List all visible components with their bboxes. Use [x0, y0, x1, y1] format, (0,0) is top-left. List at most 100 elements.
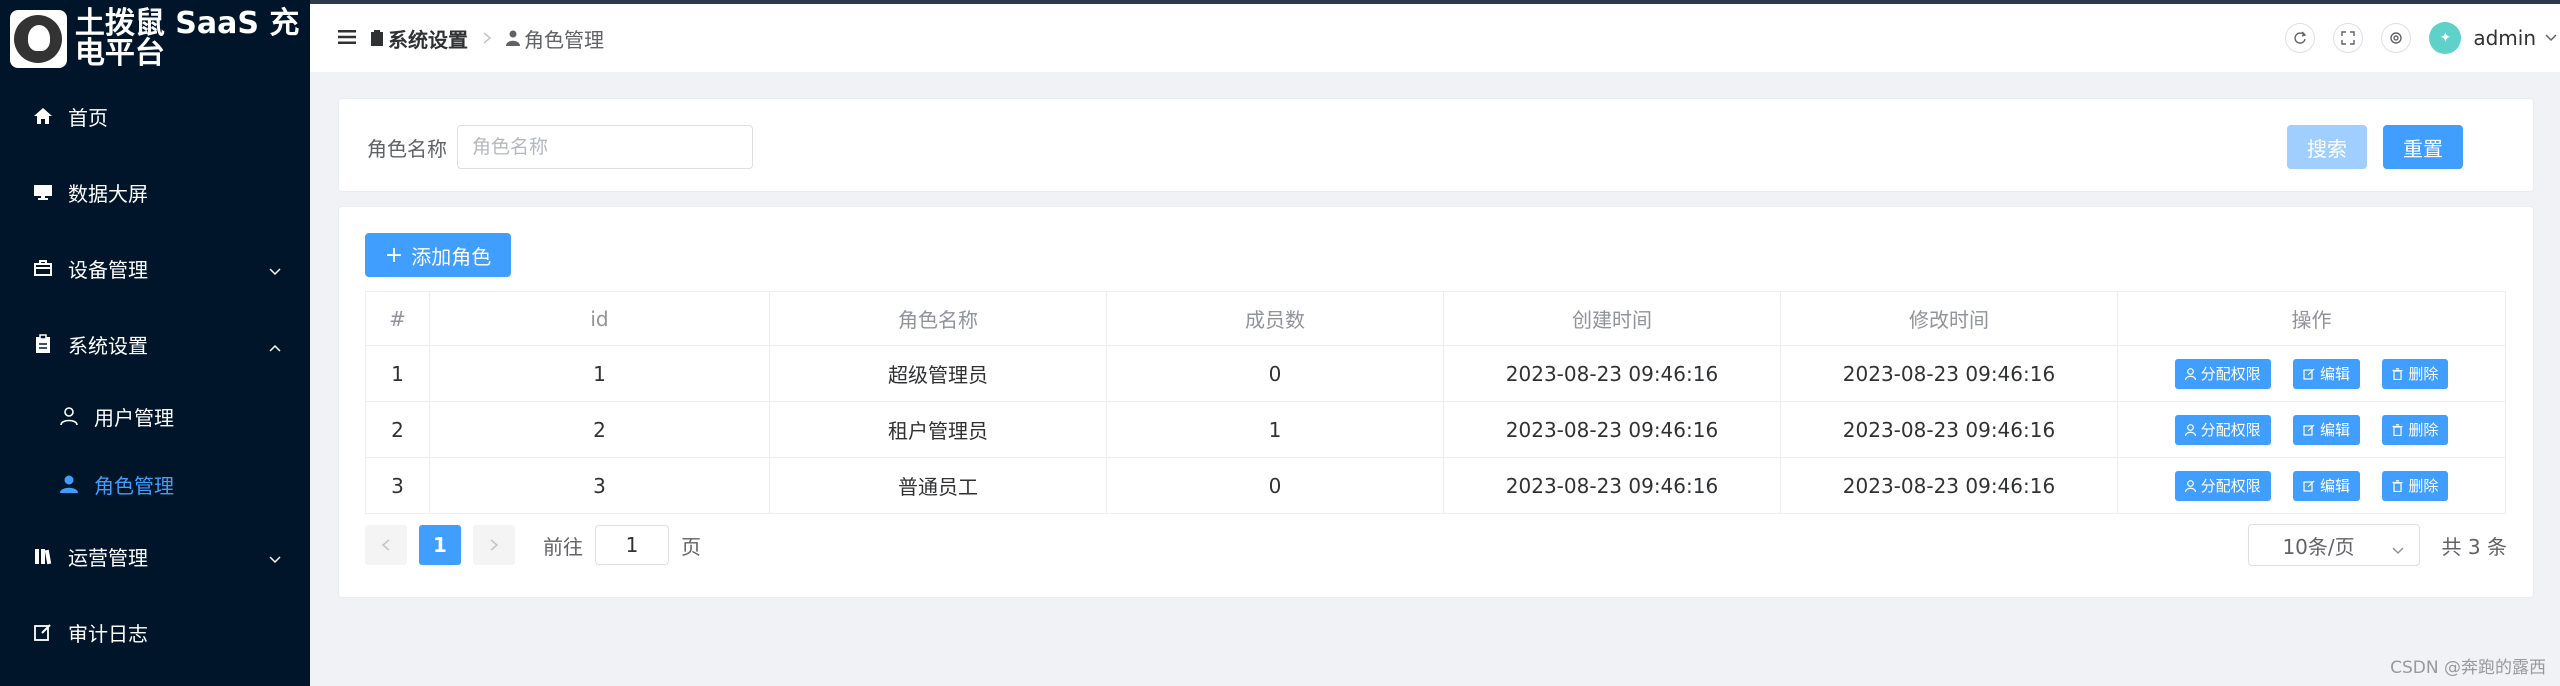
- sidebar-item-data-screen[interactable]: 数据大屏: [0, 154, 310, 230]
- cell-id: 1: [429, 345, 770, 402]
- cell-id: 3: [429, 457, 770, 514]
- edit-icon: [32, 621, 54, 643]
- edit-icon: [2303, 480, 2315, 492]
- total-count: 共 3 条: [2441, 534, 2507, 559]
- column-header-members: 成员数: [1106, 291, 1444, 346]
- cell-operations: 分配权限 编辑 删除: [2117, 345, 2506, 402]
- add-role-button[interactable]: + 添加角色: [365, 233, 511, 277]
- table-row: 3 3 普通员工 0 2023-08-23 09:46:16 2023-08-2…: [365, 457, 2506, 514]
- pagination-right: 10条/页 共 3 条: [2247, 524, 2507, 566]
- column-header-created: 创建时间: [1443, 291, 1781, 346]
- breadcrumb-item-system-settings[interactable]: 系统设置: [370, 24, 468, 53]
- sidebar-subitem-label: 角色管理: [94, 473, 174, 498]
- sidebar-item-audit-log[interactable]: 审计日志: [0, 594, 310, 670]
- edit-button[interactable]: 编辑: [2292, 470, 2360, 501]
- username[interactable]: admin: [2473, 26, 2536, 50]
- cell-role-name: 租户管理员: [769, 401, 1107, 458]
- goto-page-input[interactable]: 1: [595, 525, 669, 565]
- sidebar-item-label: 审计日志: [68, 621, 148, 646]
- breadcrumb: 系统设置 角色管理: [370, 24, 604, 53]
- cell-created: 2023-08-23 09:46:16: [1443, 457, 1781, 514]
- edit-button[interactable]: 编辑: [2292, 358, 2360, 389]
- chevron-up-icon: [268, 334, 282, 358]
- role-table-panel: + 添加角色 # id 角色名称 成员数 创建时间 修改时间 操作 1 1 超级…: [338, 206, 2534, 598]
- sidebar-item-operations[interactable]: 运营管理: [0, 518, 310, 594]
- column-header-modified: 修改时间: [1780, 291, 2118, 346]
- search-button[interactable]: 搜索: [2287, 125, 2367, 169]
- delete-button[interactable]: 删除: [2382, 414, 2449, 445]
- trash-icon: [2392, 367, 2403, 380]
- page-size-select[interactable]: 10条/页: [2247, 524, 2420, 566]
- breadcrumb-separator-icon: [482, 26, 492, 50]
- sidebar-item-device[interactable]: 设备管理: [0, 230, 310, 306]
- sidebar-subitem-role-management[interactable]: 角色管理: [0, 450, 310, 518]
- chevron-down-icon: [268, 546, 282, 570]
- cell-role-name: 超级管理员: [769, 345, 1107, 402]
- edit-button[interactable]: 编辑: [2292, 414, 2360, 445]
- cell-operations: 分配权限 编辑 删除: [2117, 457, 2506, 514]
- trash-icon: [2392, 479, 2403, 492]
- sidebar: 土拨鼠 SaaS 充电平台 首页 数据大屏 设备管理 系统设置 用户管理 角色管…: [0, 0, 310, 686]
- hamburger-icon[interactable]: [338, 26, 356, 50]
- briefcase-icon: [32, 257, 54, 279]
- top-header: 系统设置 角色管理 ✦ admin: [310, 4, 2560, 72]
- fullscreen-icon[interactable]: [2333, 23, 2364, 53]
- search-panel: 角色名称 搜索 重置: [338, 98, 2534, 192]
- sidebar-item-label: 首页: [68, 105, 108, 130]
- user-icon: [58, 405, 80, 427]
- user-icon: [506, 30, 520, 46]
- role-name-label: 角色名称: [367, 137, 447, 161]
- watermark: CSDN @奔跑的露西: [2390, 658, 2546, 678]
- assign-permission-button[interactable]: 分配权限: [2174, 414, 2271, 445]
- table-row: 2 2 租户管理员 1 2023-08-23 09:46:16 2023-08-…: [365, 401, 2506, 458]
- cell-role-name: 普通员工: [769, 457, 1107, 514]
- cell-modified: 2023-08-23 09:46:16: [1780, 345, 2118, 402]
- monitor-icon: [32, 181, 54, 203]
- table-header-row: # id 角色名称 成员数 创建时间 修改时间 操作: [365, 291, 2506, 346]
- clipboard-icon: [370, 30, 384, 46]
- cell-created: 2023-08-23 09:46:16: [1443, 401, 1781, 458]
- refresh-icon[interactable]: [2285, 23, 2316, 53]
- books-icon: [32, 545, 54, 567]
- sidebar-item-label: 系统设置: [68, 333, 148, 358]
- delete-button[interactable]: 删除: [2382, 470, 2449, 501]
- cell-index: 2: [365, 401, 430, 458]
- cell-members: 0: [1106, 345, 1444, 402]
- sidebar-subitem-user-management[interactable]: 用户管理: [0, 382, 310, 450]
- chevron-down-icon[interactable]: [2544, 33, 2558, 43]
- sidebar-item-home[interactable]: 首页: [0, 78, 310, 154]
- plus-icon: +: [384, 242, 404, 268]
- role-name-input[interactable]: [457, 125, 753, 169]
- column-header-id: id: [429, 291, 770, 346]
- chevron-down-icon: [268, 258, 282, 282]
- settings-icon[interactable]: [2381, 23, 2412, 53]
- delete-button[interactable]: 删除: [2382, 358, 2449, 389]
- user-icon: [2184, 367, 2196, 380]
- app-title: 土拨鼠 SaaS 充电平台: [74, 6, 300, 71]
- chevron-left-icon: [381, 539, 390, 551]
- cell-index: 3: [365, 457, 430, 514]
- brand[interactable]: 土拨鼠 SaaS 充电平台: [0, 0, 310, 78]
- assign-permission-button[interactable]: 分配权限: [2174, 358, 2271, 389]
- reset-button[interactable]: 重置: [2383, 125, 2463, 169]
- avatar[interactable]: ✦: [2429, 22, 2462, 54]
- home-icon: [32, 105, 54, 127]
- prev-page-button[interactable]: [365, 525, 407, 565]
- page-button-current[interactable]: 1: [419, 525, 461, 565]
- cell-members: 1: [1106, 401, 1444, 458]
- next-page-button[interactable]: [473, 525, 515, 565]
- sidebar-subitem-label: 用户管理: [94, 405, 174, 430]
- trash-icon: [2392, 423, 2403, 436]
- cell-members: 0: [1106, 457, 1444, 514]
- sidebar-item-system-settings[interactable]: 系统设置: [0, 306, 310, 382]
- sidebar-item-label: 设备管理: [68, 257, 148, 282]
- cell-modified: 2023-08-23 09:46:16: [1780, 401, 2118, 458]
- table-row: 1 1 超级管理员 0 2023-08-23 09:46:16 2023-08-…: [365, 345, 2506, 402]
- goto-suffix: 页: [681, 534, 701, 559]
- edit-icon: [2303, 368, 2315, 380]
- goto-prefix: 前往: [543, 534, 583, 559]
- user-filled-icon: [58, 473, 80, 495]
- assign-permission-button[interactable]: 分配权限: [2174, 470, 2271, 501]
- column-header-index: #: [365, 291, 430, 346]
- cell-id: 2: [429, 401, 770, 458]
